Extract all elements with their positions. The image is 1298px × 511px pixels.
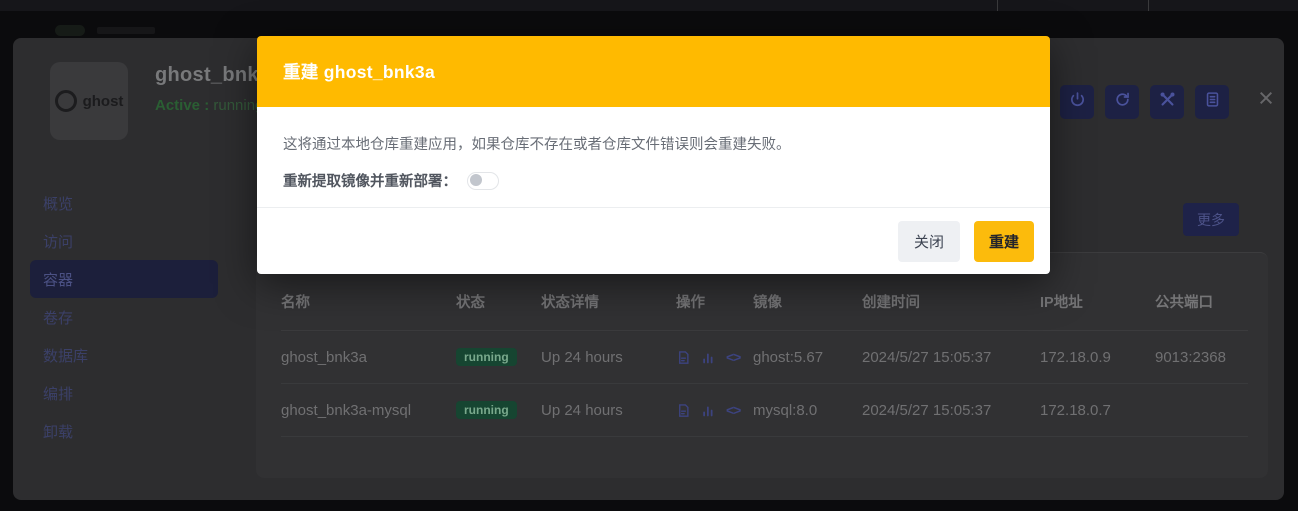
top-navigation-bar bbox=[0, 0, 1298, 11]
table-row: ghost_bnk3a-mysql running Up 24 hours <>… bbox=[281, 384, 1248, 437]
logs-icon bbox=[1204, 91, 1221, 113]
status-label: Active : bbox=[155, 97, 209, 114]
public-port: 9013:2368 bbox=[1155, 349, 1248, 366]
more-button[interactable]: 更多 bbox=[1183, 203, 1239, 236]
navbar-brand-logo bbox=[55, 24, 165, 37]
status-detail: Up 24 hours bbox=[541, 349, 676, 366]
stats-icon[interactable] bbox=[701, 350, 716, 365]
sidebar-item[interactable]: 编排 bbox=[30, 374, 218, 412]
brand-wordmark bbox=[97, 27, 155, 34]
status-badge: running bbox=[456, 401, 517, 419]
created-time: 2024/5/27 15:05:37 bbox=[862, 402, 1040, 419]
modal-close-button[interactable]: 关闭 bbox=[898, 221, 960, 262]
col-header-status: 状态 bbox=[456, 291, 541, 312]
sidebar-item[interactable]: 数据库 bbox=[30, 336, 218, 374]
app-logo-label: ghost bbox=[83, 93, 124, 110]
col-header-status-detail: 状态详情 bbox=[541, 291, 676, 312]
topbar-separator bbox=[1148, 0, 1149, 11]
app-action-buttons bbox=[1060, 85, 1229, 119]
sidebar-item-label: 卷存 bbox=[43, 307, 73, 328]
created-time: 2024/5/27 15:05:37 bbox=[862, 349, 1040, 366]
ip-address: 172.18.0.7 bbox=[1040, 402, 1155, 419]
ghost-logo-icon bbox=[55, 90, 77, 112]
col-header-created: 创建时间 bbox=[862, 291, 1040, 312]
status-cell: running bbox=[456, 348, 541, 366]
modal-footer: 关闭 重建 bbox=[257, 207, 1050, 274]
col-header-actions: 操作 bbox=[676, 291, 753, 312]
logs-button[interactable] bbox=[1195, 85, 1229, 119]
col-header-ports: 公共端口 bbox=[1155, 291, 1248, 312]
status-cell: running bbox=[456, 401, 541, 419]
sidebar-item[interactable]: 容器 bbox=[30, 260, 218, 298]
modal-description: 这将通过本地仓库重建应用，如果仓库不存在或者仓库文件错误则会重建失败。 bbox=[283, 133, 1024, 154]
status-badge: running bbox=[456, 348, 517, 366]
table-row: ghost_bnk3a running Up 24 hours <> ghost… bbox=[281, 331, 1248, 384]
power-icon bbox=[1069, 91, 1086, 113]
terminal-icon[interactable]: <> bbox=[726, 402, 740, 418]
sidebar-item[interactable]: 卷存 bbox=[30, 298, 218, 336]
redeploy-toggle-label: 重新提取镜像并重新部署： bbox=[283, 170, 457, 191]
col-header-name: 名称 bbox=[281, 291, 456, 312]
sidebar-item[interactable]: 卸载 bbox=[30, 412, 218, 450]
sidebar-item-label: 卸载 bbox=[43, 421, 73, 442]
app-status: Active : running( bbox=[155, 97, 268, 114]
sidebar-item-label: 数据库 bbox=[43, 345, 88, 366]
image-name: mysql:8.0 bbox=[753, 402, 862, 419]
app-logo: ghost bbox=[50, 62, 128, 140]
brand-logo-icon bbox=[55, 25, 85, 36]
close-icon[interactable]: × bbox=[1251, 81, 1281, 115]
sidebar-item-label: 编排 bbox=[43, 383, 73, 404]
image-name: ghost:5.67 bbox=[753, 349, 862, 366]
log-file-icon[interactable] bbox=[676, 403, 691, 418]
modal-rebuild-button[interactable]: 重建 bbox=[974, 221, 1034, 262]
sidebar-item-label: 访问 bbox=[43, 231, 73, 252]
sidebar-item-label: 容器 bbox=[43, 269, 73, 290]
redeploy-toggle[interactable] bbox=[467, 172, 499, 190]
sidebar: 概览 访问 容器 卷存 数据库 编排 卸载 bbox=[30, 184, 218, 450]
rebuild-modal: 重建 ghost_bnk3a 这将通过本地仓库重建应用，如果仓库不存在或者仓库文… bbox=[257, 36, 1050, 274]
restart-icon bbox=[1114, 91, 1131, 113]
container-name: ghost_bnk3a bbox=[281, 349, 456, 366]
power-button[interactable] bbox=[1060, 85, 1094, 119]
toggle-knob-icon bbox=[470, 174, 482, 186]
container-name: ghost_bnk3a-mysql bbox=[281, 402, 456, 419]
log-file-icon[interactable] bbox=[676, 350, 691, 365]
stats-icon[interactable] bbox=[701, 403, 716, 418]
terminal-icon[interactable]: <> bbox=[726, 349, 740, 365]
sidebar-item-label: 概览 bbox=[43, 193, 73, 214]
row-actions: <> bbox=[676, 402, 753, 418]
topbar-separator bbox=[997, 0, 998, 11]
modal-title: 重建 ghost_bnk3a bbox=[283, 59, 435, 84]
col-header-ip: IP地址 bbox=[1040, 291, 1155, 312]
table-body: ghost_bnk3a running Up 24 hours <> ghost… bbox=[281, 331, 1248, 437]
restart-button[interactable] bbox=[1105, 85, 1139, 119]
ip-address: 172.18.0.9 bbox=[1040, 349, 1155, 366]
tools-icon bbox=[1159, 91, 1176, 113]
tools-button[interactable] bbox=[1150, 85, 1184, 119]
redeploy-toggle-row: 重新提取镜像并重新部署： bbox=[283, 170, 1024, 191]
status-detail: Up 24 hours bbox=[541, 402, 676, 419]
modal-header: 重建 ghost_bnk3a bbox=[257, 36, 1050, 107]
sidebar-item[interactable]: 概览 bbox=[30, 184, 218, 222]
col-header-image: 镜像 bbox=[753, 291, 862, 312]
containers-table: 名称 状态 状态详情 操作 镜像 创建时间 IP地址 公共端口 ghost_bn… bbox=[256, 252, 1268, 478]
screen: ghost ghost_bnk3a Active : running( bbox=[0, 0, 1298, 511]
row-actions: <> bbox=[676, 349, 753, 365]
modal-body: 这将通过本地仓库重建应用，如果仓库不存在或者仓库文件错误则会重建失败。 重新提取… bbox=[257, 107, 1050, 207]
sidebar-item[interactable]: 访问 bbox=[30, 222, 218, 260]
